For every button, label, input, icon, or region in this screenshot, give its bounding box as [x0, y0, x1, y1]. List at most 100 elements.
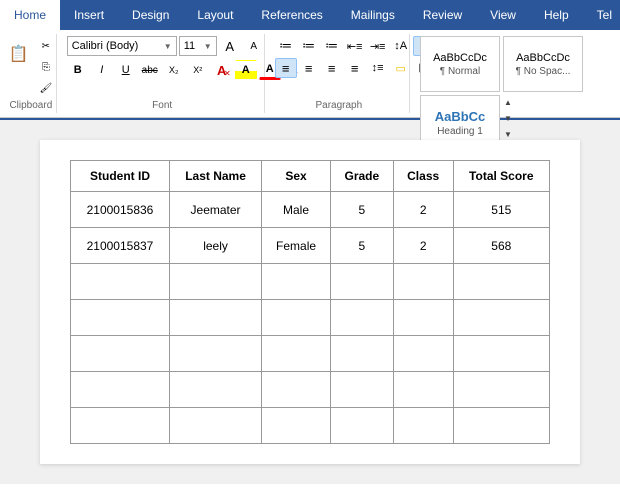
- justify-button[interactable]: ≡: [344, 58, 366, 78]
- align-right-button[interactable]: ≡: [321, 58, 343, 78]
- paragraph-group-label: Paragraph: [315, 98, 362, 111]
- table-row: [71, 372, 550, 408]
- tab-insert[interactable]: Insert: [60, 0, 118, 30]
- italic-button[interactable]: I: [91, 60, 113, 80]
- cell-last_name[interactable]: [169, 264, 261, 300]
- increase-indent-button[interactable]: ⇥≡: [367, 36, 389, 56]
- cell-total_score[interactable]: 568: [453, 228, 549, 264]
- table-row: [71, 300, 550, 336]
- tab-design[interactable]: Design: [118, 0, 183, 30]
- cell-grade[interactable]: 5: [330, 228, 393, 264]
- cell-student_id[interactable]: [71, 264, 170, 300]
- col-total-score: Total Score: [453, 161, 549, 192]
- col-student-id: Student ID: [71, 161, 170, 192]
- cell-sex[interactable]: [262, 336, 331, 372]
- cell-grade[interactable]: 5: [330, 192, 393, 228]
- font-group-label: Font: [152, 98, 172, 111]
- tab-mailings[interactable]: Mailings: [337, 0, 409, 30]
- line-spacing-button[interactable]: ↕≡: [367, 58, 389, 78]
- cell-total_score[interactable]: [453, 372, 549, 408]
- cell-last_name[interactable]: [169, 336, 261, 372]
- cell-sex[interactable]: [262, 300, 331, 336]
- cell-student_id[interactable]: 2100015836: [71, 192, 170, 228]
- cell-total_score[interactable]: [453, 264, 549, 300]
- sort-button[interactable]: ↕A: [390, 36, 412, 56]
- cell-grade[interactable]: [330, 408, 393, 444]
- style-normal-preview: AaBbCcDc: [433, 52, 487, 64]
- cell-class[interactable]: [393, 372, 453, 408]
- cell-sex[interactable]: [262, 372, 331, 408]
- cell-sex[interactable]: Male: [262, 192, 331, 228]
- tab-tel[interactable]: Tel: [583, 0, 620, 30]
- cell-grade[interactable]: [330, 336, 393, 372]
- cell-student_id[interactable]: [71, 300, 170, 336]
- shading-button[interactable]: ▭: [390, 58, 412, 78]
- multilevel-button[interactable]: ≔: [321, 36, 343, 56]
- table-row: [71, 408, 550, 444]
- decrease-indent-button[interactable]: ⇤≡: [344, 36, 366, 56]
- style-nospace-preview: AaBbCcDc: [516, 52, 570, 64]
- align-center-button[interactable]: ≡: [298, 58, 320, 78]
- cell-sex[interactable]: Female: [262, 228, 331, 264]
- cell-sex[interactable]: [262, 408, 331, 444]
- cell-class[interactable]: 2: [393, 228, 453, 264]
- cell-sex[interactable]: [262, 264, 331, 300]
- cell-grade[interactable]: [330, 300, 393, 336]
- cell-class[interactable]: [393, 408, 453, 444]
- paste-button[interactable]: 📋: [5, 36, 33, 72]
- cell-total_score[interactable]: [453, 336, 549, 372]
- tab-review[interactable]: Review: [409, 0, 476, 30]
- cell-last_name[interactable]: Jeemater: [169, 192, 261, 228]
- bullets-button[interactable]: ≔: [275, 36, 297, 56]
- numbering-button[interactable]: ≔: [298, 36, 320, 56]
- cell-class[interactable]: [393, 264, 453, 300]
- style-normal[interactable]: AaBbCcDc ¶ Normal: [420, 36, 500, 92]
- bold-button[interactable]: B: [67, 60, 89, 80]
- tab-help[interactable]: Help: [530, 0, 583, 30]
- cell-student_id[interactable]: [71, 336, 170, 372]
- cell-student_id[interactable]: 2100015837: [71, 228, 170, 264]
- style-no-space[interactable]: AaBbCcDc ¶ No Spac...: [503, 36, 583, 92]
- cell-class[interactable]: [393, 336, 453, 372]
- format-painter-button[interactable]: 🖌: [35, 78, 57, 98]
- cell-last_name[interactable]: [169, 408, 261, 444]
- cell-total_score[interactable]: 515: [453, 192, 549, 228]
- decrease-font-button[interactable]: A: [243, 36, 265, 56]
- cell-grade[interactable]: [330, 264, 393, 300]
- col-last-name: Last Name: [169, 161, 261, 192]
- cut-button[interactable]: ✂: [35, 36, 57, 56]
- subscript-button[interactable]: X₂: [163, 60, 185, 80]
- font-size-dropdown[interactable]: 11 ▼: [179, 36, 217, 56]
- highlight-color-button[interactable]: A: [235, 60, 257, 80]
- clear-format-button[interactable]: A✕: [211, 60, 233, 80]
- cell-total_score[interactable]: [453, 300, 549, 336]
- cell-student_id[interactable]: [71, 372, 170, 408]
- cell-grade[interactable]: [330, 372, 393, 408]
- underline-button[interactable]: U: [115, 60, 137, 80]
- cell-student_id[interactable]: [71, 408, 170, 444]
- strikethrough-button[interactable]: abc: [139, 60, 161, 80]
- styles-scroll-up-icon[interactable]: ▲: [503, 97, 513, 108]
- tab-home[interactable]: Home: [0, 0, 60, 30]
- font-name-dropdown[interactable]: Calibri (Body) ▼: [67, 36, 177, 56]
- font-size-value: 11: [184, 40, 195, 52]
- cell-class[interactable]: 2: [393, 192, 453, 228]
- table-row: 2100015837leelyFemale52568: [71, 228, 550, 264]
- clipboard-label: Clipboard: [9, 98, 52, 111]
- cell-class[interactable]: [393, 300, 453, 336]
- ribbon-bar: 📋 ✂ ⎘ 🖌 Clipboard Calibri (Body) ▼ 11 ▼: [0, 30, 620, 118]
- cell-last_name[interactable]: [169, 300, 261, 336]
- align-left-button[interactable]: ≡: [275, 58, 297, 78]
- tab-view[interactable]: View: [476, 0, 530, 30]
- cell-last_name[interactable]: [169, 372, 261, 408]
- tab-references[interactable]: References: [247, 0, 336, 30]
- cell-last_name[interactable]: leely: [169, 228, 261, 264]
- cell-total_score[interactable]: [453, 408, 549, 444]
- copy-button[interactable]: ⎘: [35, 57, 57, 77]
- font-name-arrow-icon: ▼: [164, 42, 172, 51]
- styles-scroll-down-icon[interactable]: ▼: [503, 113, 513, 124]
- col-grade: Grade: [330, 161, 393, 192]
- superscript-button[interactable]: X²: [187, 60, 209, 80]
- tab-layout[interactable]: Layout: [183, 0, 247, 30]
- increase-font-button[interactable]: A: [219, 36, 241, 56]
